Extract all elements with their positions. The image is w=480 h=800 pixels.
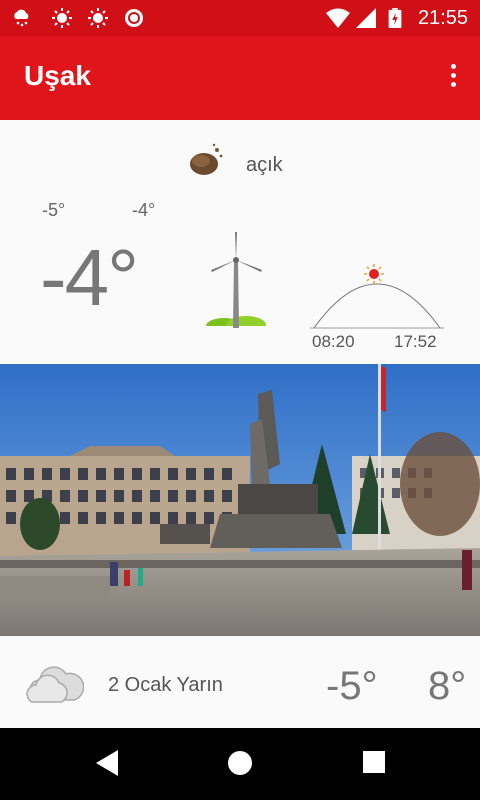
temp-min: -5° [42, 200, 66, 220]
sunrise-time: 08:20 [312, 332, 355, 351]
back-icon[interactable] [96, 750, 118, 776]
clear-night-icon [190, 143, 223, 175]
status-bar: 21:55 [0, 0, 480, 36]
cloudy-icon [26, 666, 84, 703]
windmill-icon [204, 232, 268, 332]
sun-icon [88, 8, 108, 28]
signal-icon [356, 8, 376, 28]
snow-cloud-icon [14, 9, 29, 27]
sun-path-icon [310, 264, 444, 329]
current-temperature: -4° [40, 233, 139, 322]
record-icon [125, 9, 143, 27]
current-weather-panel: açık -5° -4° -4° 08:20 17:52 [0, 120, 480, 364]
home-icon[interactable] [227, 750, 253, 776]
condition-text: açık [246, 154, 283, 176]
page-title: Uşak [24, 60, 91, 91]
forecast-min: -5° [326, 664, 378, 708]
forecast-max: 8° [428, 664, 467, 708]
forecast-row[interactable]: 2 Ocak Yarın -5° 8° [0, 636, 480, 728]
city-photo [0, 364, 480, 636]
sunset-time: 17:52 [394, 332, 437, 351]
more-vert-icon[interactable] [448, 64, 458, 92]
nav-bar [0, 728, 480, 800]
sun-icon [52, 8, 72, 28]
app-bar: Uşak [0, 36, 480, 120]
forecast-date: 2 Ocak Yarın [108, 674, 223, 696]
wifi-icon [326, 8, 350, 28]
recent-apps-icon[interactable] [362, 750, 386, 774]
battery-charging-icon [388, 8, 402, 28]
temp-max: -4° [132, 200, 156, 220]
status-time: 21:55 [417, 7, 468, 29]
